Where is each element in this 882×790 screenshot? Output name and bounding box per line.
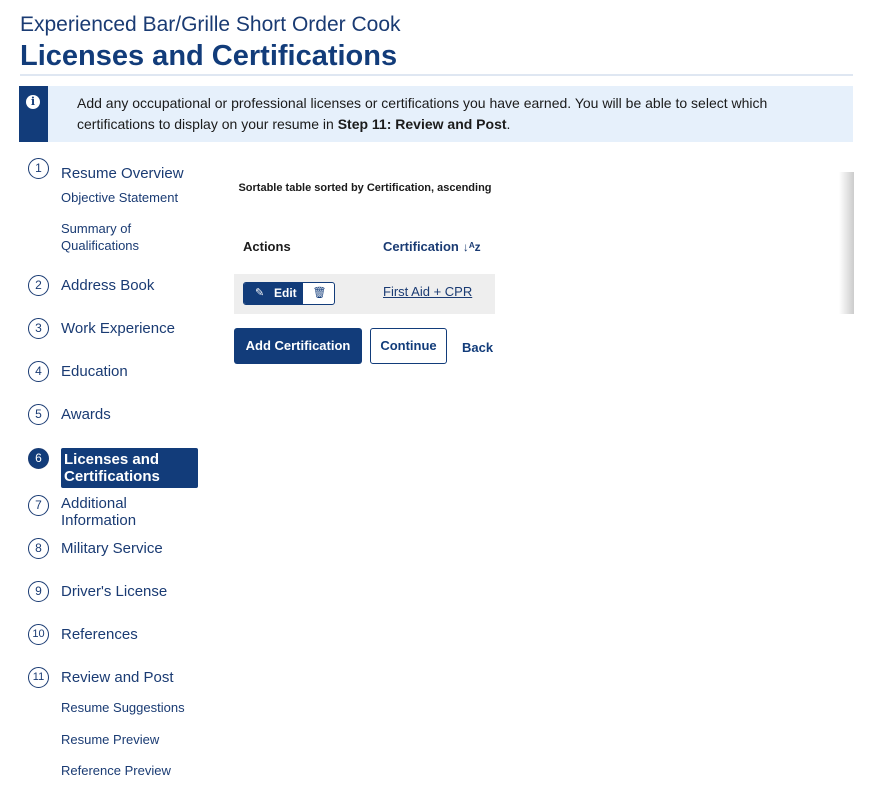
substep-reference-preview[interactable]: Reference Preview <box>61 762 171 779</box>
step-label[interactable]: Review and Post <box>61 669 174 686</box>
table-row: ✎ Edit 🗑 First Aid + CPR <box>234 274 495 314</box>
substep-resume-suggestions[interactable]: Resume Suggestions <box>61 699 185 716</box>
substep-summary-of-qualifications[interactable]: Summary of Qualifications <box>61 220 191 254</box>
header-divider <box>20 74 853 76</box>
pencil-icon: ✎ <box>255 287 265 299</box>
table-caption: Sortable table sorted by Certification, … <box>238 182 492 194</box>
step-number: 4 <box>28 361 49 382</box>
alert-text-end: . <box>506 116 511 132</box>
substep-objective-statement[interactable]: Objective Statement <box>61 189 178 206</box>
back-link[interactable]: Back <box>462 340 493 355</box>
step-number: 1 <box>28 158 49 179</box>
column-header-certification[interactable]: Certification ↓ᴬz <box>383 239 481 254</box>
step-label[interactable]: Address Book <box>61 277 154 294</box>
substep-resume-preview[interactable]: Resume Preview <box>61 731 159 748</box>
certification-link[interactable]: First Aid + CPR <box>383 284 472 299</box>
column-header-actions: Actions <box>243 239 291 254</box>
column-header-label: Certification <box>383 239 459 254</box>
page-title: Licenses and Certifications <box>20 40 398 72</box>
alert-text: Add any occupational or professional lic… <box>77 93 837 135</box>
certifications-table: Sortable table sorted by Certification, … <box>234 172 854 314</box>
step-number: 7 <box>28 495 49 516</box>
edit-label: Edit <box>274 286 297 300</box>
step-number: 10 <box>28 624 49 645</box>
sort-ascending-icon: ↓ᴬz <box>462 240 481 254</box>
step-label: Licenses and Certifications <box>64 451 160 485</box>
edit-button[interactable]: ✎ Edit <box>244 283 303 304</box>
job-title: Experienced Bar/Grille Short Order Cook <box>20 13 401 36</box>
alert-bar: i <box>19 86 48 142</box>
add-certification-button[interactable]: Add Certification <box>234 328 362 364</box>
continue-button[interactable]: Continue <box>370 328 447 364</box>
step-label[interactable]: Work Experience <box>61 320 175 337</box>
step-number: 11 <box>28 667 49 688</box>
trash-icon: 🗑 <box>312 287 327 299</box>
step-number: 9 <box>28 581 49 602</box>
step-label[interactable]: Military Service <box>61 540 163 557</box>
step-label[interactable]: References <box>61 626 138 643</box>
step-number: 6 <box>28 448 49 469</box>
row-action-buttons: ✎ Edit 🗑 <box>243 282 335 305</box>
step-label[interactable]: Resume Overview <box>61 165 184 182</box>
alert-step-reference: Step 11: Review and Post <box>337 116 507 132</box>
scroll-shadow <box>839 172 854 314</box>
step-label[interactable]: Awards <box>61 406 111 423</box>
step-number: 5 <box>28 404 49 425</box>
delete-button[interactable]: 🗑 <box>304 283 334 304</box>
info-alert: i Add any occupational or professional l… <box>19 86 853 142</box>
step-number: 2 <box>28 275 49 296</box>
info-icon: i <box>26 95 40 109</box>
active-step-highlight[interactable]: Licenses and Certifications <box>61 448 198 488</box>
step-number: 8 <box>28 538 49 559</box>
step-label[interactable]: Education <box>61 363 128 380</box>
step-label[interactable]: Additional Information <box>61 495 161 529</box>
step-number: 3 <box>28 318 49 339</box>
page-header: Experienced Bar/Grille Short Order Cook … <box>20 12 853 73</box>
step-label[interactable]: Driver's License <box>61 583 167 600</box>
